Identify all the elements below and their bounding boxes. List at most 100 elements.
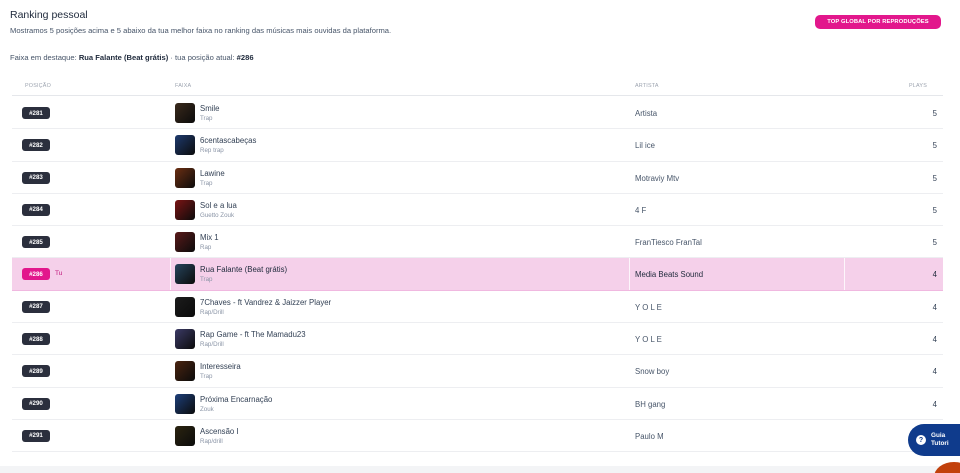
page-subtitle: Mostramos 5 posições acima e 5 abaixo da… — [10, 26, 392, 35]
guide-label: Guia Tutori — [931, 432, 949, 448]
position-badge: #289 — [22, 365, 50, 378]
track-artist[interactable]: FranTiesco FranTal — [635, 238, 702, 247]
track-cover[interactable] — [175, 135, 195, 156]
track-genre: Rap — [200, 244, 212, 252]
position-badge: #282 — [22, 139, 50, 152]
col-artist: Artista — [635, 83, 659, 89]
track-genre: Guetto Zouk — [200, 211, 235, 219]
track-plays: 4 — [932, 335, 937, 345]
table-row[interactable]: #284 Sol e a lua Guetto Zouk 4 F 5 — [12, 194, 943, 227]
track-genre: Rap/drill — [200, 437, 223, 445]
track-title[interactable]: Ascensão I — [200, 427, 239, 436]
track-cover[interactable] — [175, 103, 195, 123]
track-title[interactable]: Sol e a lua — [200, 201, 237, 210]
guide-label-line1: Guia — [931, 432, 946, 439]
position-badge: #283 — [22, 171, 50, 184]
position-badge: #287 — [22, 300, 50, 313]
track-plays: 5 — [932, 141, 937, 151]
table-row[interactable]: #288 Rap Game - ft The Mamadu23 Rap/Drill Y… — [12, 323, 943, 356]
position-badge: #284 — [22, 203, 50, 216]
table-header: Posição Faixa Artista Plays — [12, 80, 943, 96]
track-cover[interactable] — [175, 264, 195, 285]
track-title[interactable]: Smile — [200, 104, 220, 113]
table-row[interactable]: #291Ascensão IRap/drillPaulo M4 — [12, 420, 943, 453]
track-plays: 5 — [932, 173, 937, 183]
track-artist[interactable]: Paulo M — [635, 432, 664, 441]
track-title[interactable]: Lawine — [200, 169, 225, 178]
track-artist[interactable]: Y O L E — [635, 303, 662, 312]
track-plays: 5 — [932, 205, 937, 215]
ranking-table: #281 Smile Trap Artista 5 #282 6centascabeças R… — [12, 97, 943, 453]
position-badge: #285 — [22, 236, 50, 249]
track-cover[interactable] — [175, 393, 195, 414]
track-genre: Trap — [200, 115, 213, 122]
track-genre: Rap/Drill — [200, 341, 224, 349]
track-artist[interactable]: Snow boy — [635, 367, 669, 376]
track-cover[interactable] — [175, 361, 195, 382]
cell-divider — [844, 258, 845, 290]
guide-label-line2: Tutori — [931, 440, 949, 447]
track-genre: Trap — [200, 373, 213, 381]
highlight-info: Faixa em destaque: Rua Falante (Beat grá… — [10, 53, 254, 62]
col-position: Posição — [25, 83, 51, 89]
track-plays: 4 — [932, 270, 937, 280]
ranking-card: Ranking pessoal Mostramos 5 posições aci… — [0, 0, 960, 466]
track-plays: 4 — [932, 367, 937, 377]
track-genre: Rep trap — [200, 147, 224, 155]
table-row[interactable]: #282 6centascabeças Rep trap Lil ice 5 — [12, 129, 943, 162]
table-row[interactable]: #287 7Chaves - ft Vandrez & Jaizzer Playe… — [12, 291, 943, 324]
highlight-track: Rua Falante (Beat grátis) — [78, 53, 169, 62]
position-badge: #291 — [22, 429, 50, 442]
track-cover[interactable] — [175, 232, 195, 253]
track-plays: 4 — [932, 302, 937, 312]
table-row[interactable]: #290 Próxima Encarnação Zouk BH gang 4 — [12, 388, 943, 420]
track-cover[interactable] — [175, 425, 195, 446]
help-icon: ? — [916, 435, 926, 445]
track-artist[interactable]: Media Beats Sound — [635, 270, 703, 279]
track-artist[interactable]: 4 F — [635, 206, 646, 215]
highlight-prefix: Faixa em destaque: — [10, 53, 79, 62]
track-title[interactable]: Rap Game - ft The Mamadu23 — [200, 330, 306, 339]
track-artist[interactable]: Artista — [635, 109, 657, 118]
track-cover[interactable] — [175, 167, 195, 188]
track-genre: Trap — [200, 179, 213, 187]
track-title[interactable]: 7Chaves - ft Vandrez & Jaizzer Player — [200, 298, 331, 307]
top-global-button[interactable]: TOP GLOBAL POR REPRODUÇÕES — [815, 15, 941, 29]
track-plays: 5 — [932, 109, 937, 118]
track-plays: 4 — [932, 399, 937, 409]
cell-divider — [629, 258, 630, 290]
track-cover[interactable] — [175, 329, 195, 350]
track-genre: Trap — [200, 276, 213, 284]
track-artist[interactable]: BH gang — [635, 400, 665, 409]
position-badge: #288 — [22, 333, 50, 346]
track-plays: 5 — [932, 238, 937, 248]
position-prefix: · tua posição atual: — [168, 53, 237, 62]
track-title[interactable]: 6centascabeças — [200, 136, 256, 145]
track-artist[interactable]: Y O L E — [635, 335, 662, 344]
track-artist[interactable]: Lil ice — [635, 141, 655, 150]
col-track: Faixa — [175, 83, 192, 89]
table-row-current[interactable]: #286 Tu Rua Falante (Beat grátis) Trap Media… — [12, 258, 943, 291]
track-cover[interactable] — [175, 296, 195, 317]
track-genre: Rap/Drill — [200, 308, 224, 316]
position-badge: #290 — [22, 397, 50, 410]
position-badge: #286 — [22, 268, 50, 281]
position-badge: #281 — [22, 107, 50, 119]
track-title[interactable]: Mix 1 — [200, 233, 219, 242]
table-row[interactable]: #283 Lawine Trap Motraviy Mtv 5 — [12, 162, 943, 194]
track-title[interactable]: Interesseira — [200, 362, 241, 371]
position-value: #286 — [236, 53, 254, 62]
cell-divider — [170, 258, 171, 290]
track-title[interactable]: Próxima Encarnação — [200, 395, 272, 404]
you-label: Tu — [55, 269, 63, 277]
track-cover[interactable] — [175, 199, 195, 220]
track-genre: Zouk — [200, 405, 214, 413]
table-row[interactable]: #281 Smile Trap Artista 5 — [12, 97, 943, 130]
page-title: Ranking pessoal — [10, 9, 88, 21]
track-title[interactable]: Rua Falante (Beat grátis) — [200, 265, 287, 274]
table-row[interactable]: #289 Interesseira Trap Snow boy 4 — [12, 355, 943, 388]
table-row[interactable]: #285 Mix 1 Rap FranTiesco FranTal 5 — [12, 226, 943, 259]
track-artist[interactable]: Motraviy Mtv — [635, 174, 679, 183]
guide-tutorial-button[interactable]: ? Guia Tutori — [908, 424, 960, 456]
col-plays: Plays — [909, 83, 927, 89]
